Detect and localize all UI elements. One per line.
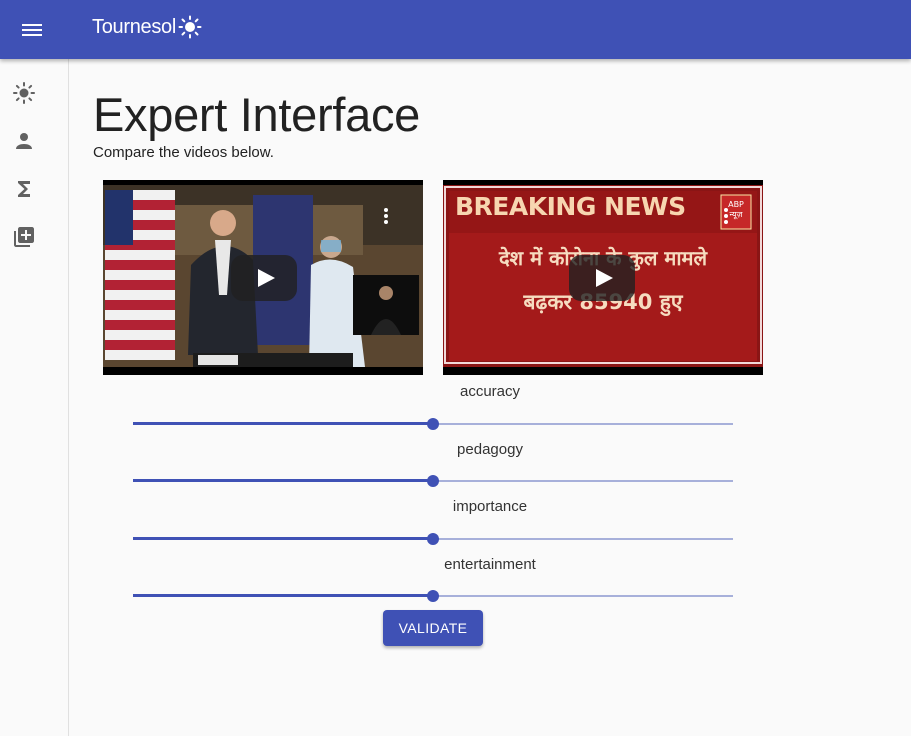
slider-accuracy[interactable] [133, 414, 733, 434]
criterion-label-pedagogy: pedagogy [457, 441, 523, 458]
slider-thumb[interactable] [427, 475, 439, 487]
slider-thumb[interactable] [427, 590, 439, 602]
criterion-label-entertainment: entertainment [444, 556, 536, 573]
criterion-label-importance: importance [452, 498, 528, 515]
slider-entertainment[interactable] [133, 586, 733, 606]
page-subtitle: Compare the videos below. [93, 144, 274, 161]
criterion-label-accuracy: accuracy [459, 383, 521, 400]
slider-pedagogy[interactable] [133, 471, 733, 491]
more-vert-icon[interactable] [383, 208, 389, 226]
slider-track [133, 537, 433, 540]
menu-icon[interactable] [12, 10, 52, 50]
main-content: Expert Interface Compare the videos belo… [69, 59, 911, 736]
add-to-queue-icon[interactable] [12, 225, 36, 249]
slider-thumb[interactable] [427, 418, 439, 430]
video-player-left[interactable] [103, 180, 423, 375]
slider-track [133, 422, 433, 425]
news-headline: BREAKING NEWS [455, 192, 686, 221]
slider-track [133, 479, 433, 482]
more-vert-icon[interactable] [723, 208, 729, 226]
validate-button[interactable]: VALIDATE [383, 610, 483, 646]
sun-icon [178, 15, 202, 39]
slider-track [133, 594, 433, 597]
slider-thumb[interactable] [427, 533, 439, 545]
play-icon[interactable] [231, 255, 297, 301]
slider-importance[interactable] [133, 529, 733, 549]
page-title: Expert Interface [93, 88, 420, 141]
brand-name: Tournesol [92, 15, 177, 38]
person-icon[interactable] [12, 129, 36, 153]
video-player-right[interactable]: BREAKING NEWS ABP न्यूज़ देश में कोरोना … [443, 180, 763, 375]
app-bar: Tournesol [0, 0, 911, 59]
play-icon[interactable] [569, 255, 635, 301]
brand[interactable]: Tournesol [92, 15, 202, 39]
sun-icon[interactable] [12, 81, 36, 105]
sidebar [0, 59, 69, 736]
sigma-icon[interactable] [12, 177, 36, 201]
